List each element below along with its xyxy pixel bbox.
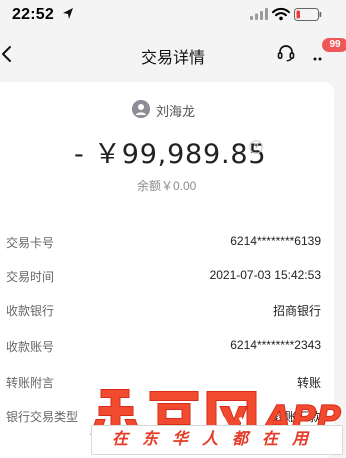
customer-service-icon[interactable]: [276, 43, 296, 63]
detail-row-receiving-account: 收款账号 6214********2343: [6, 338, 321, 358]
more-button[interactable]: 99: [312, 38, 346, 66]
navigation-bar: 交易详情 99: [0, 32, 346, 76]
avatar-icon: [132, 100, 150, 118]
status-bar: 22:52: [0, 0, 346, 32]
detail-row-transfer-note: 转账附言 转账: [6, 374, 321, 394]
balance-text: 余额￥0.00: [137, 179, 197, 193]
detail-value: 转账汇款: [272, 410, 321, 424]
detail-row-transaction-time: 交易时间 2021-07-03 15:42:53: [6, 268, 321, 288]
detail-row-receiving-bank: 收款银行 招商银行: [6, 302, 321, 322]
signal-icon: [250, 8, 268, 20]
detail-value: 6214********2343: [230, 338, 321, 352]
detail-value: 招商银行: [272, 304, 321, 318]
payee-name: 刘海龙: [156, 104, 196, 119]
transaction-detail-screen: 22:52 交易详情 99 刘海龙 - ￥99,989.85 余额￥0.00 交…: [0, 0, 346, 458]
detail-label: 银行交易类型: [6, 410, 79, 424]
question-icon[interactable]: [249, 140, 263, 154]
detail-label: 收款账号: [6, 340, 55, 354]
detail-value: 6214********6139: [230, 234, 321, 248]
detail-row-card-number: 交易卡号 6214********6139: [6, 234, 321, 254]
location-arrow-icon: [63, 8, 73, 19]
detail-label: 转账附言: [6, 376, 55, 390]
watermark-slogan: 在东华人都在用: [91, 425, 343, 455]
detail-label: 收款银行: [6, 304, 55, 318]
detail-value: 转账: [296, 376, 321, 390]
notification-badge: 99: [322, 38, 346, 52]
detail-label: 交易时间: [6, 270, 55, 284]
detail-value: 2021-07-03 15:42:53: [209, 268, 321, 282]
status-time: 22:52: [12, 6, 54, 23]
battery-icon: [294, 8, 322, 21]
detail-label: 交易卡号: [6, 236, 55, 250]
transaction-amount: - ￥99,989.85: [74, 139, 267, 170]
transaction-card: 刘海龙 - ￥99,989.85 余额￥0.00 交易卡号 6214******…: [0, 82, 334, 458]
wifi-icon: [272, 7, 290, 21]
